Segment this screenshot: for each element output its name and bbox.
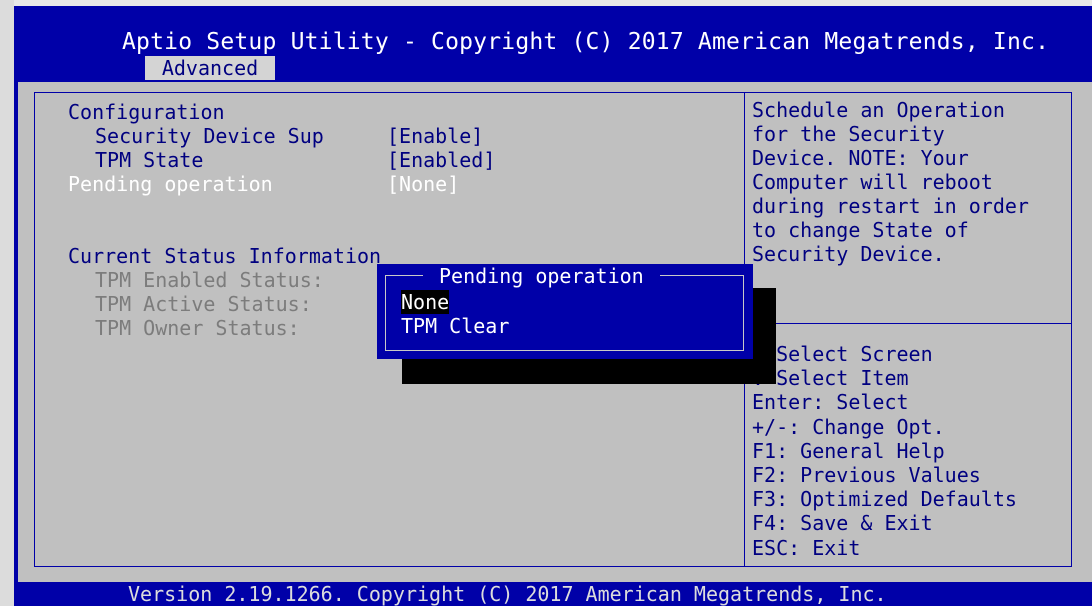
pending-operation-value: [None] <box>387 172 460 196</box>
tpm-active-status-label: TPM Active Status: <box>95 292 312 316</box>
key-previous-values: F2: Previous Values <box>752 463 981 488</box>
tpm-state-label: TPM State <box>95 148 204 172</box>
footer-version-text: Version 2.19.1266. Copyright (C) 2017 Am… <box>128 582 887 606</box>
section-status-heading: Current Status Information <box>68 244 382 268</box>
key-select-item: : Select Item <box>752 366 909 391</box>
tab-advanced[interactable]: Advanced <box>145 56 275 80</box>
pending-operation-label: Pending operation <box>68 172 273 196</box>
tpm-owner-status-label: TPM Owner Status: <box>95 316 300 340</box>
section-configuration-heading: Configuration <box>68 100 225 124</box>
app-title: Aptio Setup Utility - Copyright (C) 2017… <box>122 29 1050 55</box>
key-change-option: +/-: Change Opt. <box>752 414 945 439</box>
security-device-value: [Enable] <box>387 124 484 148</box>
key-save-exit: F4: Save & Exit <box>752 511 933 536</box>
help-text: Schedule an Operation for the Security D… <box>752 98 1029 266</box>
popup-option-none[interactable]: None <box>401 290 450 314</box>
key-general-help: F1: General Help <box>752 438 945 463</box>
key-esc-exit: ESC: Exit <box>752 535 861 560</box>
security-device-label: Security Device Sup <box>95 124 324 148</box>
help-divider <box>745 323 1072 324</box>
tpm-state-value: [Enabled] <box>387 148 496 172</box>
footer-bar: Version 2.19.1266. Copyright (C) 2017 Am… <box>14 582 1092 606</box>
bios-screen: Aptio Setup Utility - Copyright (C) 2017… <box>14 6 1092 606</box>
key-legend: : Select Screen : Select Item Enter: Sel… <box>752 342 1017 560</box>
popup-title: Pending operation <box>423 264 660 288</box>
content-panel: Configuration Security Device Sup [Enabl… <box>18 82 1092 582</box>
key-select-screen: : Select Screen <box>752 342 933 366</box>
key-optimized-defaults: F3: Optimized Defaults <box>752 487 1017 512</box>
tpm-enabled-status-label: TPM Enabled Status: <box>95 268 324 292</box>
popup-option-tpm-clear[interactable]: TPM Clear <box>401 314 509 338</box>
key-enter-select: Enter: Select <box>752 390 909 415</box>
window-left-edge <box>0 0 14 606</box>
pending-operation-popup: Pending operation None TPM Clear <box>377 264 753 359</box>
